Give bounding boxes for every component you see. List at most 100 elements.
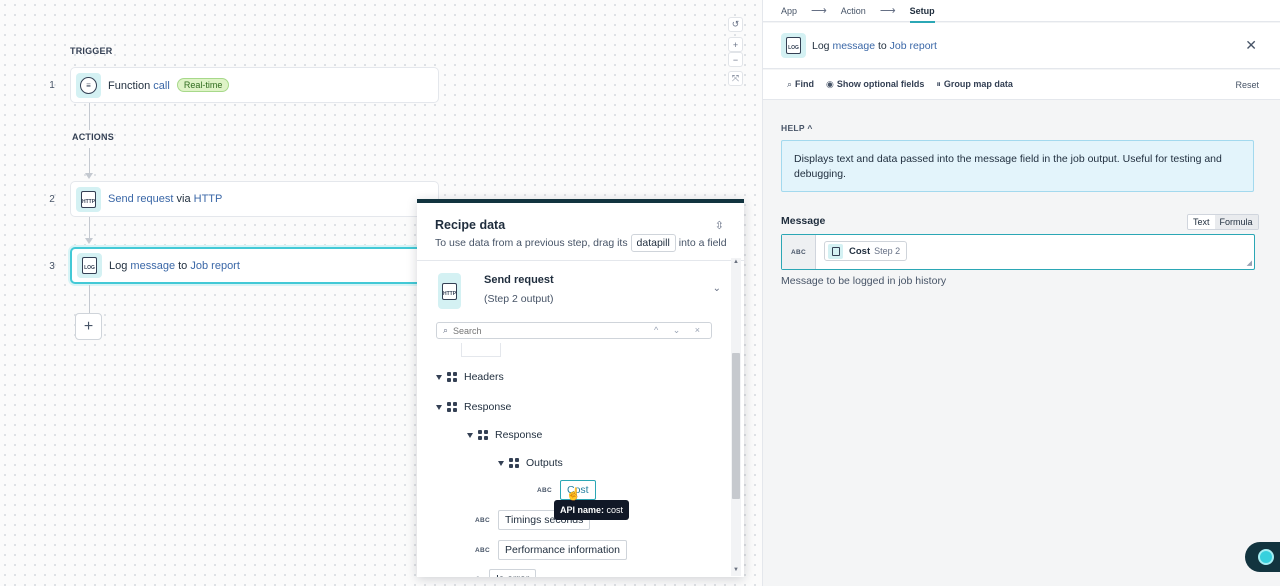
string-type-icon: ABC: [475, 546, 490, 554]
expand-icon: [467, 432, 473, 438]
source-step-send-request[interactable]: HTTP Send request (Step 2 output) ⌄: [435, 271, 725, 315]
actions-label: ACTIONS: [72, 132, 114, 142]
connector-line: [89, 148, 90, 174]
message-label: Message: [781, 215, 826, 227]
scrollbar-thumb[interactable]: [732, 353, 740, 499]
object-icon: [509, 458, 519, 468]
tree-item-response-inner[interactable]: Response: [467, 429, 542, 441]
source-subtitle: (Step 2 output): [484, 293, 554, 305]
search-input[interactable]: [453, 325, 644, 336]
recipe-data-subtitle: To use data from a previous step, drag i…: [435, 234, 727, 252]
string-type-icon: ABC: [537, 486, 552, 494]
help-toggle[interactable]: HELP ^: [781, 123, 813, 133]
trigger-label: TRIGGER: [70, 46, 113, 56]
field-type-indicator: ABC: [782, 235, 816, 269]
datapill-performance[interactable]: Performance information: [497, 540, 627, 560]
fit-view-icon[interactable]: ⤧: [728, 71, 743, 86]
tree-item-headers[interactable]: Headers: [436, 371, 504, 383]
field-mode-toggle: Text Formula: [1187, 214, 1259, 230]
boolean-type-icon: ◉: [475, 575, 481, 577]
eye-icon: ◉: [826, 79, 834, 89]
tree-item-performance[interactable]: ABC Performance information: [475, 540, 627, 560]
http-doc-icon: HTTP: [438, 273, 461, 309]
api-name-tooltip: API name: cost: [554, 500, 630, 520]
arrow-right-icon: ⟶: [879, 5, 896, 17]
step-card-log-message[interactable]: LOG Log message to Job report: [70, 247, 439, 284]
source-title: Send request: [484, 274, 554, 286]
assistant-button[interactable]: [1245, 542, 1280, 572]
partial-pill: [461, 343, 501, 357]
step-card-function-call[interactable]: ≡ Function call Real-time: [70, 67, 439, 103]
zoom-out-icon[interactable]: −: [728, 52, 743, 67]
hand-cursor-icon: ☝: [566, 487, 581, 501]
datapill-example: datapill: [630, 234, 676, 252]
reset-view-icon[interactable]: ↺: [728, 17, 743, 32]
message-field[interactable]: ABC Cost Step 2 ◢: [781, 234, 1255, 270]
function-call-icon: ≡: [76, 72, 101, 98]
chevron-down-icon[interactable]: ⌄: [713, 283, 721, 294]
http-doc-icon: HTTP: [76, 186, 101, 212]
divider: [417, 260, 744, 261]
crumb-action[interactable]: Action: [841, 6, 866, 16]
message-hint: Message to be logged in job history: [781, 275, 947, 287]
columns-icon: ⏸: [936, 79, 941, 89]
connector-arrow: [85, 238, 93, 244]
step-title: Send request via HTTP: [108, 193, 223, 205]
chevron-up-icon: ^: [807, 123, 813, 133]
assistant-icon: [1258, 549, 1274, 565]
string-type-icon: ABC: [475, 516, 490, 524]
step-number: 2: [49, 194, 55, 205]
recipe-data-title: Recipe data: [435, 218, 506, 232]
datapill-search: ⌕ ^ ⌄ ×: [436, 322, 712, 339]
recipe-data-panel: Recipe data To use data from a previous …: [417, 199, 744, 577]
tree-item-outputs[interactable]: Outputs: [498, 457, 563, 469]
search-nav-controls[interactable]: ^ ⌄ ×: [654, 325, 706, 336]
step-number: 3: [49, 261, 55, 272]
connector-arrow: [85, 173, 93, 179]
step-config-panel: App ⟶ Action ⟶ Setup LOG Log message to …: [762, 0, 1280, 586]
realtime-badge: Real-time: [176, 78, 230, 92]
object-icon: [478, 430, 488, 440]
connector-line: [89, 285, 90, 313]
step-title: Function call Real-time: [108, 78, 230, 92]
close-icon[interactable]: ✕: [1245, 37, 1257, 54]
collapse-panel-icon[interactable]: ⇳: [715, 219, 724, 232]
log-doc-icon: LOG: [77, 253, 102, 278]
resize-handle-icon[interactable]: ◢: [1247, 259, 1252, 267]
tree-item-is-error[interactable]: ◉ Is error: [475, 569, 537, 577]
step-number: 1: [49, 80, 55, 91]
tree-item-response[interactable]: Response: [436, 401, 511, 413]
arrow-right-icon: ⟶: [811, 5, 827, 17]
step-header: LOG Log message to Job report ✕: [763, 23, 1280, 69]
mode-text-button[interactable]: Text: [1188, 215, 1215, 229]
object-icon: [447, 402, 457, 412]
add-step-button[interactable]: +: [75, 313, 102, 340]
expand-icon: [498, 460, 504, 466]
step-card-send-request[interactable]: HTTP Send request via HTTP: [70, 181, 439, 217]
scroll-down-icon[interactable]: ▼: [733, 567, 739, 573]
log-doc-icon: [828, 243, 843, 259]
step-title: Log message to Job report: [109, 259, 240, 272]
breadcrumb: App ⟶ Action ⟶ Setup: [763, 0, 1280, 23]
step-header-title: Log message to Job report: [812, 40, 937, 52]
zoom-in-icon[interactable]: +: [728, 37, 743, 52]
find-button[interactable]: ⌕ Find: [787, 79, 814, 90]
expand-icon: [436, 374, 442, 380]
group-map-data-button[interactable]: ⏸ Group map data: [936, 79, 1013, 90]
expand-icon: [436, 404, 442, 410]
datapill-is-error[interactable]: Is error: [488, 569, 537, 577]
connector-line: [89, 217, 90, 239]
connector-line: [89, 103, 90, 130]
config-toolbar: ⌕ Find ◉ Show optional fields ⏸ Group map d…: [763, 70, 1280, 100]
object-icon: [447, 372, 457, 382]
crumb-setup[interactable]: Setup: [909, 6, 935, 23]
crumb-app[interactable]: App: [781, 6, 797, 16]
search-icon: ⌕: [787, 79, 793, 89]
scroll-up-icon[interactable]: ▲: [733, 259, 739, 265]
reset-button[interactable]: Reset: [1235, 80, 1259, 90]
show-optional-fields-button[interactable]: ◉ Show optional fields: [826, 79, 924, 90]
mapped-datapill-cost[interactable]: Cost Step 2: [824, 241, 908, 261]
mode-formula-button[interactable]: Formula: [1214, 215, 1258, 229]
help-text: Displays text and data passed into the m…: [781, 140, 1254, 192]
log-doc-icon: LOG: [781, 33, 806, 58]
